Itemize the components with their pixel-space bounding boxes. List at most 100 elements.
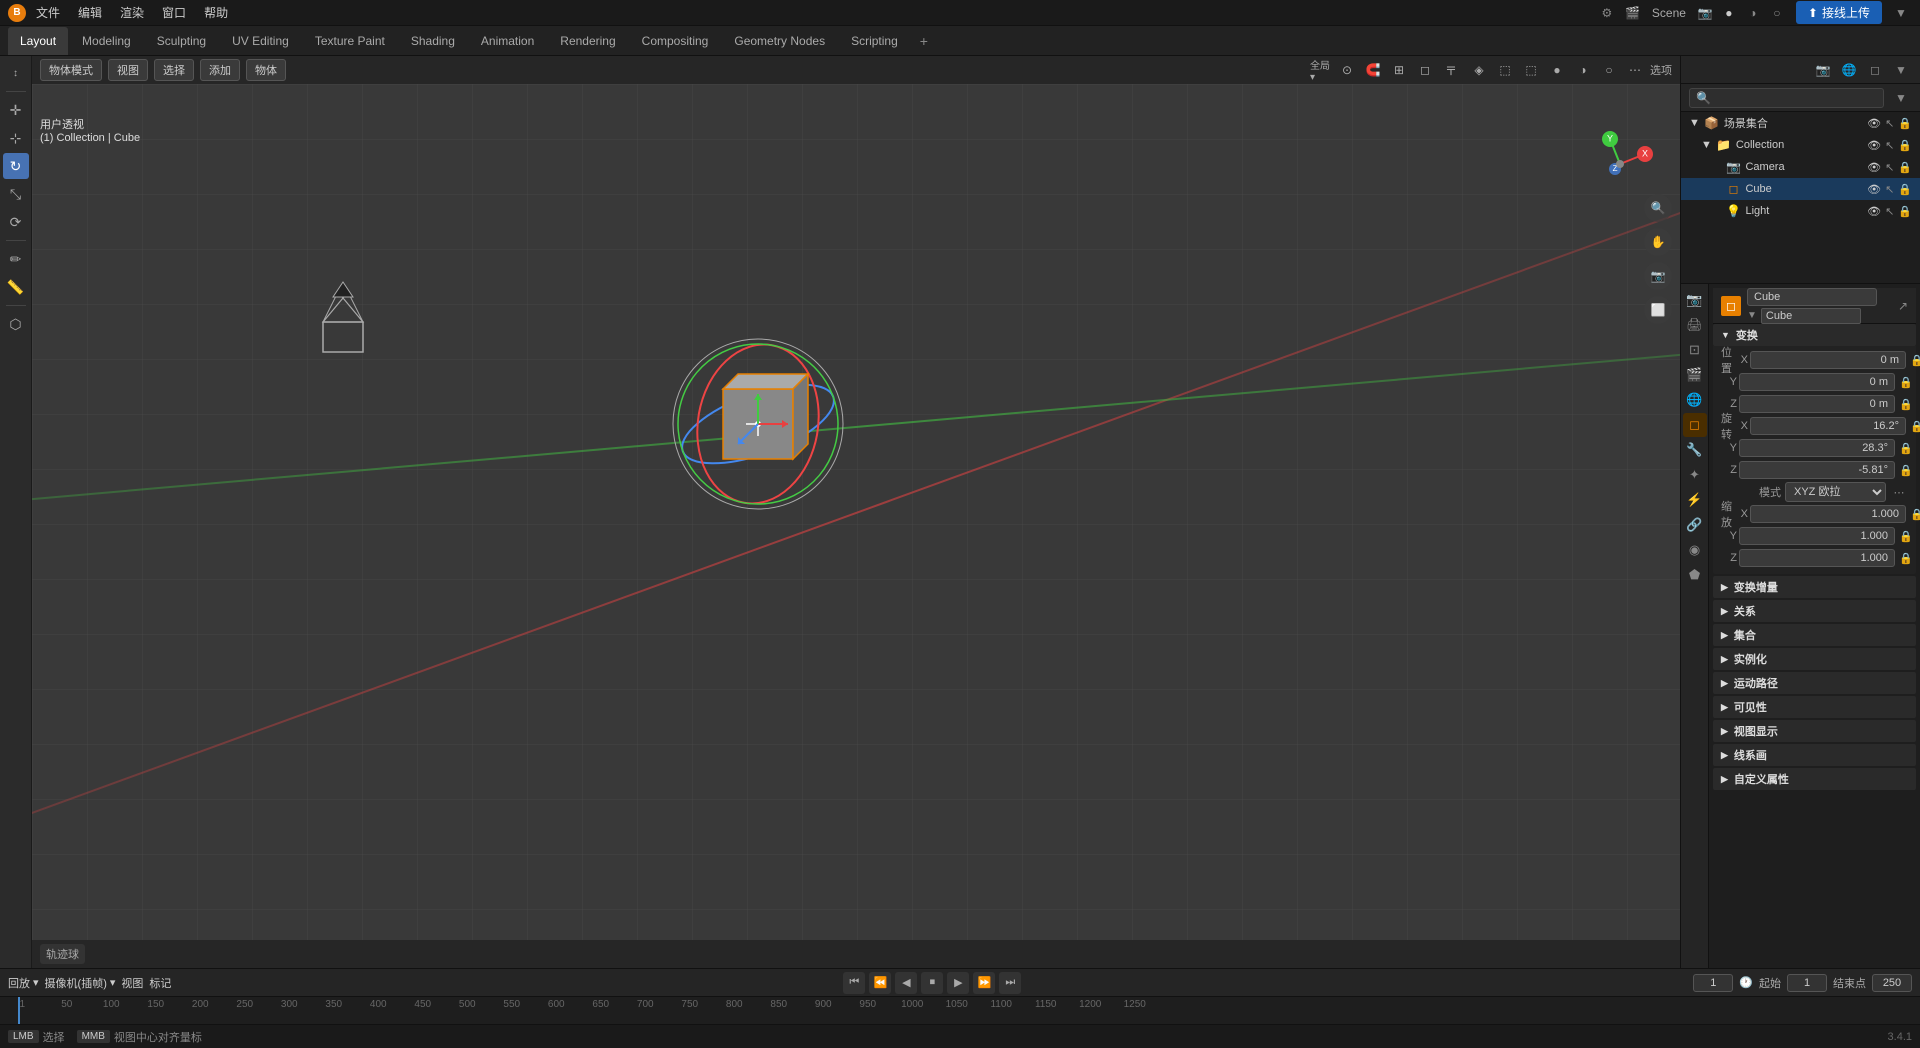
toolbar-measure[interactable]: 📏 (3, 274, 29, 300)
menu-edit[interactable]: 编辑 (70, 2, 110, 23)
outliner-search-input[interactable] (1715, 92, 1877, 104)
upload-button[interactable]: ⬆ 接线上传 (1796, 1, 1882, 24)
toolbar-annotate[interactable]: ✏ (3, 246, 29, 272)
prop-data-icon[interactable]: ◉ (1683, 538, 1707, 562)
toolbar-mode-selector[interactable]: ↕ (3, 60, 29, 86)
viewport-mask-icon[interactable]: ◻ (1414, 59, 1436, 81)
viewport-shade-lookdev[interactable]: ◑ (1572, 59, 1594, 81)
location-x-lock[interactable]: 🔒 (1908, 351, 1920, 369)
cube-vis-render[interactable]: 🔒 (1898, 183, 1912, 196)
prop-particles-icon[interactable]: ✦ (1683, 463, 1707, 487)
menu-help[interactable]: 帮助 (196, 2, 236, 23)
viewport-shade-wireframe[interactable]: ⬚ (1520, 59, 1542, 81)
scene-vis-select[interactable]: ↖ (1885, 117, 1894, 130)
prop-object-data-input[interactable] (1761, 308, 1861, 324)
timeline-prev-frame[interactable]: ⏪ (869, 972, 891, 994)
location-y-input[interactable] (1739, 373, 1895, 391)
scale-z-input[interactable] (1739, 549, 1895, 567)
viewport-snap[interactable]: 🧲 (1362, 59, 1384, 81)
tab-modeling[interactable]: Modeling (70, 27, 143, 55)
prop-output-icon[interactable]: 🖨 (1683, 313, 1707, 337)
scene-filter-icon[interactable]: ▼ (1890, 59, 1912, 81)
tab-animation[interactable]: Animation (469, 27, 546, 55)
tab-shading[interactable]: Shading (399, 27, 467, 55)
viewport-shade-render[interactable]: ○ (1766, 2, 1788, 24)
viewport-mode-dropdown[interactable]: 物体模式 (40, 59, 102, 81)
pan-btn[interactable]: ✋ (1644, 228, 1672, 256)
menu-render[interactable]: 渲染 (112, 2, 152, 23)
timeline-playback-dropdown[interactable]: 回放▾ (8, 975, 39, 991)
tab-sculpting[interactable]: Sculpting (145, 27, 218, 55)
light-vis-render[interactable]: 🔒 (1898, 205, 1912, 218)
toolbar-cursor[interactable]: ✛ (3, 97, 29, 123)
outliner-search-bar[interactable]: 🔍 (1689, 88, 1884, 108)
timeline-prev-keyframe[interactable]: ◀ (895, 972, 917, 994)
prop-material-icon[interactable]: ⬟ (1683, 563, 1707, 587)
scale-y-lock[interactable]: 🔒 (1897, 527, 1915, 545)
camera-gizmo-btn[interactable]: 📷 (1644, 262, 1672, 290)
timeline-start-frame-input[interactable] (1787, 974, 1827, 992)
timeline-next-keyframe[interactable]: ▶ (947, 972, 969, 994)
prop-scene-icon[interactable]: 🎬 (1683, 363, 1707, 387)
navigation-gizmo[interactable]: X Y Z (1580, 124, 1660, 204)
collection-header[interactable]: ▶ 集合 (1713, 624, 1916, 646)
visibility-header[interactable]: ▶ 可见性 (1713, 696, 1916, 718)
zoom-in-btn[interactable]: 🔍 (1644, 194, 1672, 222)
tab-compositing[interactable]: Compositing (630, 27, 721, 55)
light-vis-eye[interactable]: 👁 (1867, 205, 1881, 218)
outliner-filter-btn[interactable]: ▼ (1890, 87, 1912, 109)
prop-object-icon[interactable]: ◻ (1683, 413, 1707, 437)
viewport-global-local[interactable]: 全局 ▾ (1310, 59, 1332, 81)
viewport-transform-pivot[interactable]: ⊞ (1388, 59, 1410, 81)
scale-z-lock[interactable]: 🔒 (1897, 549, 1915, 567)
timeline-skip-start[interactable]: ⏮ (843, 972, 865, 994)
timeline-body[interactable]: 1 50 100 150 200 250 300 350 400 450 500… (0, 997, 1920, 1024)
instancing-header[interactable]: ▶ 实例化 (1713, 648, 1916, 670)
viewport-view-menu[interactable]: 视图 (108, 59, 148, 81)
prop-object-name-input[interactable] (1747, 288, 1877, 306)
scene-vis-eye[interactable]: 👁 (1867, 117, 1881, 130)
custom-props-header[interactable]: ▶ 自定义属性 (1713, 768, 1916, 790)
cube-vis-select[interactable]: ↖ (1885, 183, 1894, 196)
location-z-input[interactable] (1739, 395, 1895, 413)
rotation-y-lock[interactable]: 🔒 (1897, 439, 1915, 457)
prop-world-icon[interactable]: 🌐 (1683, 388, 1707, 412)
line-art-header[interactable]: ▶ 线系画 (1713, 744, 1916, 766)
tab-layout[interactable]: Layout (8, 27, 68, 55)
tab-rendering[interactable]: Rendering (548, 27, 627, 55)
rotation-y-input[interactable] (1739, 439, 1895, 457)
location-x-input[interactable] (1750, 351, 1906, 369)
rotation-mode-more[interactable]: ⋯ (1890, 483, 1908, 501)
prop-modifier-icon[interactable]: 🔧 (1683, 438, 1707, 462)
menu-file[interactable]: 文件 (28, 2, 68, 23)
camera-vis-render[interactable]: 🔒 (1898, 161, 1912, 174)
toolbar-scale[interactable]: ⤡ (3, 181, 29, 207)
tab-scripting[interactable]: Scripting (839, 27, 910, 55)
viewport-proportional-edit[interactable]: ⊙ (1336, 59, 1358, 81)
render-engine-icon[interactable]: ⚙ (1596, 2, 1618, 24)
prop-view-layer-icon[interactable]: ⊡ (1683, 338, 1707, 362)
transform-delta-header[interactable]: ▶ 变换增量 (1713, 576, 1916, 598)
viewport-shade-solid-btn[interactable]: ● (1546, 59, 1568, 81)
timeline-markers-menu[interactable]: 标记 (149, 975, 171, 991)
timeline-end-frame-input[interactable] (1872, 974, 1912, 992)
rotation-z-input[interactable] (1739, 461, 1895, 479)
outliner-item-camera[interactable]: ▶ 📷 Camera 👁 ↖ 🔒 (1681, 156, 1920, 178)
scene-vis-render[interactable]: 🔒 (1898, 117, 1912, 130)
timeline-skip-end[interactable]: ⏭ (999, 972, 1021, 994)
collection-vis-eye[interactable]: 👁 (1867, 139, 1881, 152)
tab-uv-editing[interactable]: UV Editing (220, 27, 301, 55)
location-y-lock[interactable]: 🔒 (1897, 373, 1915, 391)
add-workspace-button[interactable]: + (912, 31, 936, 51)
relations-header[interactable]: ▶ 关系 (1713, 600, 1916, 622)
viewport-shade-material[interactable]: ◑ (1742, 2, 1764, 24)
timeline-next-frame[interactable]: ⏩ (973, 972, 995, 994)
toolbar-rotate[interactable]: ↻ (3, 153, 29, 179)
prop-object-link-icon[interactable]: ↗ (1898, 299, 1908, 313)
timeline-current-frame-input[interactable] (1693, 974, 1733, 992)
scale-x-input[interactable] (1750, 505, 1906, 523)
filter-icon[interactable]: ▼ (1890, 2, 1912, 24)
scene-icon[interactable]: 🎬 (1622, 2, 1644, 24)
viewport-display-header[interactable]: ▶ 视图显示 (1713, 720, 1916, 742)
viewport-xray-btn[interactable]: ⬚ (1494, 59, 1516, 81)
